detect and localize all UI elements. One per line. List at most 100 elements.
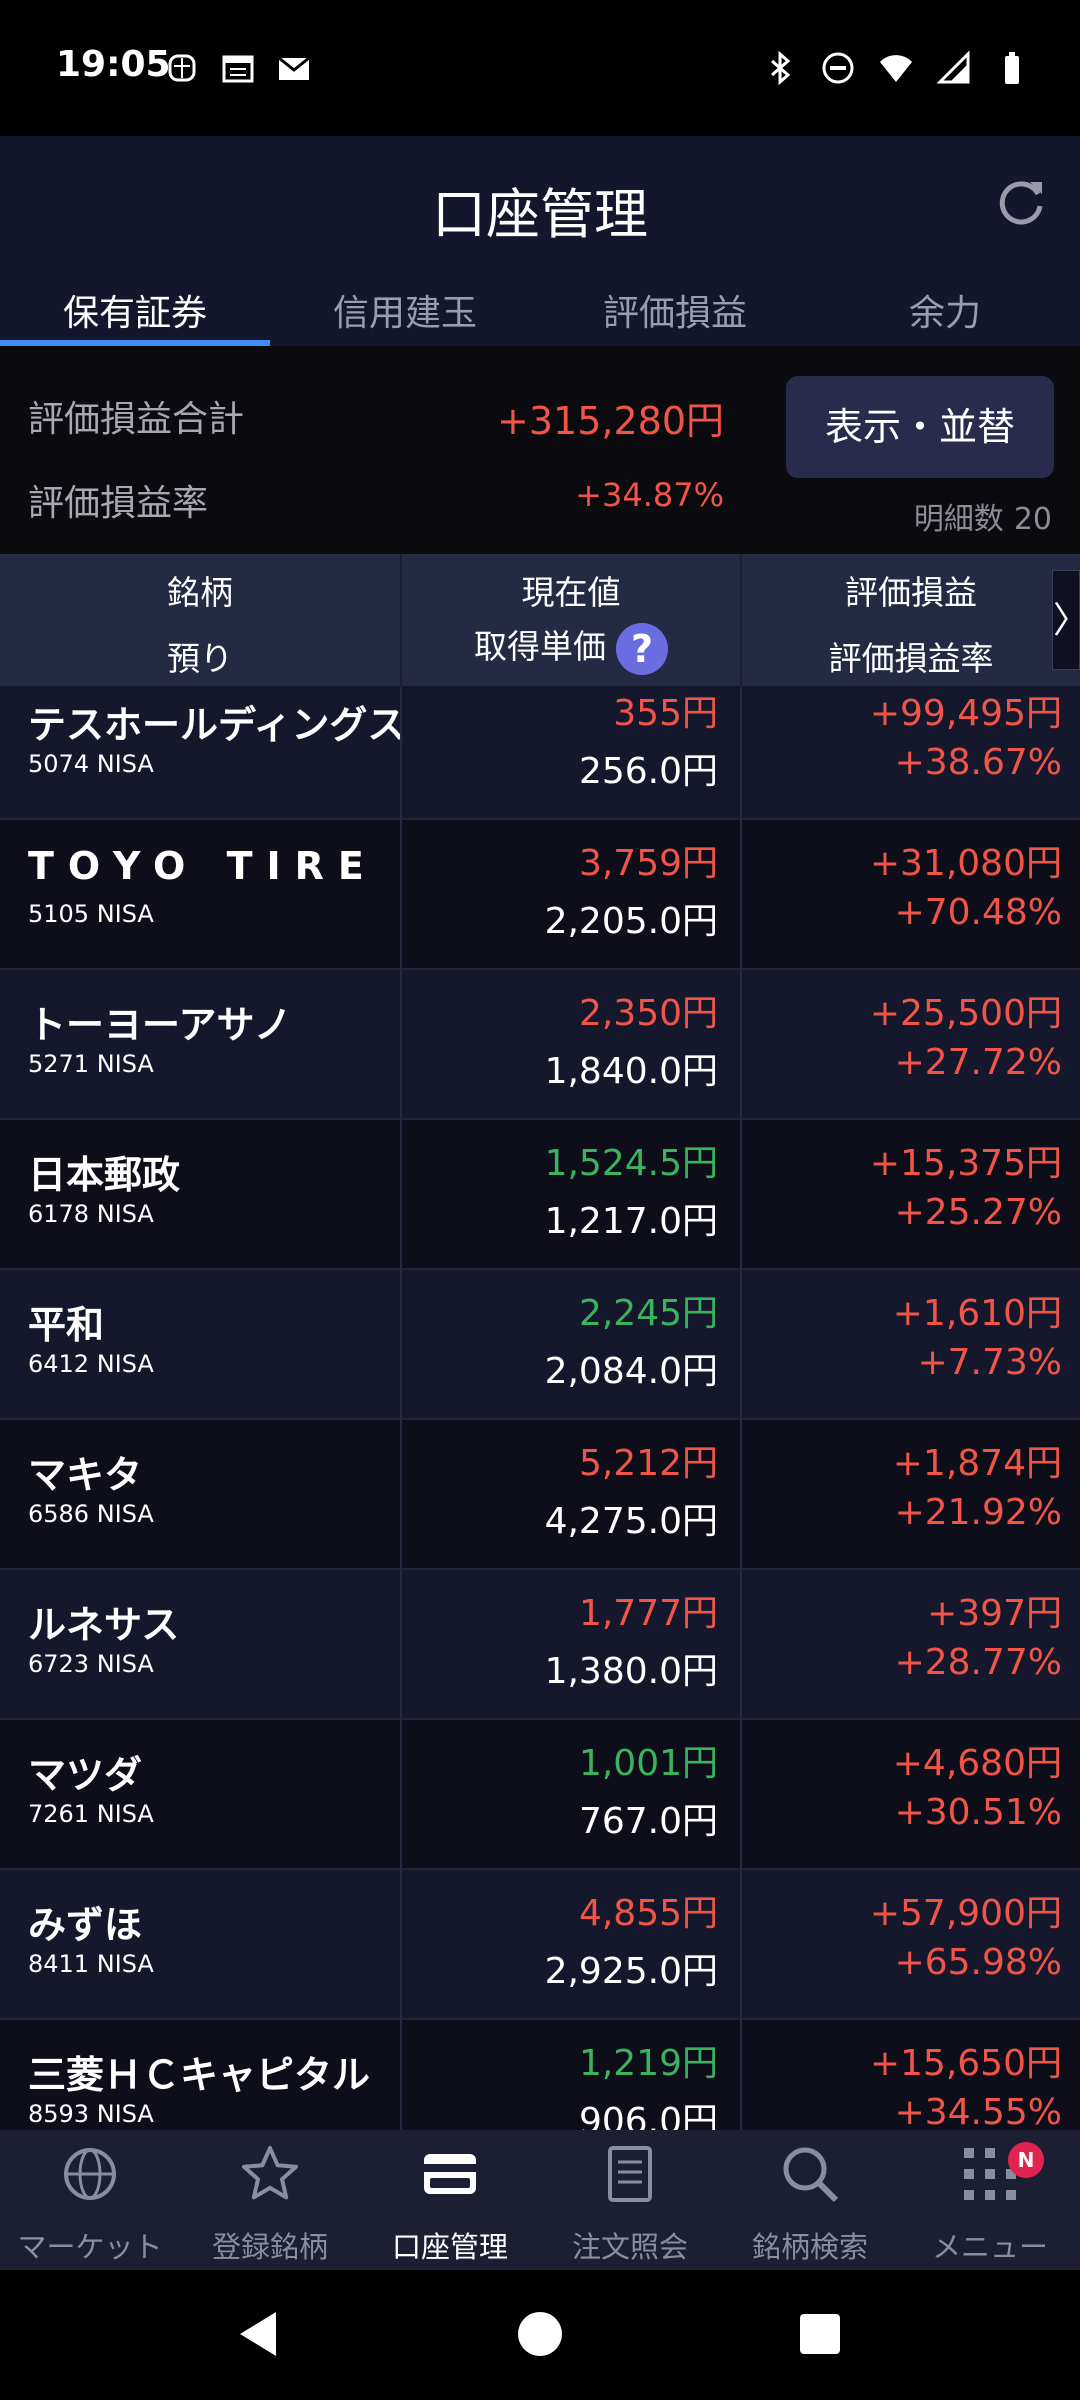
stock-name: TOYO TIRE [28,844,378,888]
stock-code: 5105 NISA [28,900,154,928]
col-name: 銘柄 [167,573,233,612]
profit-loss: +1,874円 [892,1443,1062,1484]
stock-name: マツダ [28,1753,143,1797]
holding-row[interactable]: マツダ 7261 NISA 1,001円 767.0円 +4,680円 +30.51% [0,1720,1080,1870]
acquisition-price: 256.0円 [578,751,718,792]
current-price: 1,524.5円 [544,1143,718,1184]
acquisition-price: 767.0円 [578,1801,718,1842]
nav-market[interactable]: マーケット [0,2130,180,2270]
holding-row[interactable]: 三菱ＨＣキャピタル 8593 NISA 1,219円 906.0円 +15,650円 +3… [0,2020,1080,2130]
profit-loss-rate: +28.77% [894,1642,1062,1683]
holding-row[interactable]: ルネサス 6723 NISA 1,777円 1,380.0円 +397円 +28.77% [0,1570,1080,1720]
display-sort-button[interactable]: 表示・並替 [786,376,1054,478]
menu-notification-badge: N [1008,2142,1044,2178]
holding-row[interactable]: みずほ 8411 NISA 4,855円 2,925.0円 +57,900円 +65.98… [0,1870,1080,2020]
wifi-icon [880,55,912,82]
nav-orders-label: 注文照会 [571,2230,688,2264]
globe-icon [64,2148,116,2200]
col-pl: 評価損益 [845,573,977,612]
nav-search[interactable]: 銘柄検索 [720,2130,900,2270]
column-divider [740,1570,742,1720]
help-icon[interactable]: ? [616,622,668,675]
holding-row[interactable]: 日本郵政 6178 NISA 1,524.5円 1,217.0円 +15,375円 +25… [0,1120,1080,1270]
pl-total-label: 評価損益合計 [28,399,245,440]
stock-name: 平和 [28,1303,105,1347]
nav-account[interactable]: 口座管理 [360,2130,540,2270]
profit-loss: +31,080円 [869,843,1062,884]
current-price: 5,212円 [578,1443,718,1484]
profit-loss: +99,495円 [869,693,1062,734]
notification-icons [164,50,312,86]
profit-loss-rate: +34.55% [894,2092,1062,2130]
tab-bar: 保有証券 信用建玉 評価損益 余力 [0,276,1080,346]
stock-code: 7261 NISA [28,1800,154,1828]
col-custody: 預り [167,639,233,678]
tab-holdings[interactable]: 保有証券 [0,276,270,346]
stock-name: 三菱ＨＣキャピタル [28,2053,371,2097]
system-status-icons [762,50,1030,86]
column-divider [740,970,742,1120]
col-pl-rate: 評価損益率 [828,639,994,678]
pl-rate-label: 評価損益率 [28,483,209,524]
home-icon[interactable] [518,2312,562,2356]
detail-count: 明細数 20 [904,494,1052,538]
refresh-icon[interactable] [992,172,1052,232]
holdings-list: テスホールディングス 5074 NISA 355円 256.0円 +99,495円 +38… [0,686,1080,2130]
column-divider [400,1870,402,2020]
nav-menu-label: メニュー [931,2230,1048,2264]
holding-row[interactable]: トーヨーアサノ 5271 NISA 2,350円 1,840.0円 +25,500円 +2… [0,970,1080,1120]
column-divider [400,1270,402,1420]
holding-row[interactable]: マキタ 6586 NISA 5,212円 4,275.0円 +1,874円 +21.92% [0,1420,1080,1570]
holding-row[interactable]: 平和 6412 NISA 2,245円 2,084.0円 +1,610円 +7.73% [0,1270,1080,1420]
mail-icon [278,56,310,80]
profit-loss: +15,375円 [869,1143,1062,1184]
acquisition-price: 906.0円 [578,2101,718,2130]
system-nav-bar [0,2270,1080,2400]
profit-loss-rate: +70.48% [894,892,1062,933]
column-divider [400,686,402,820]
profit-loss: +4,680円 [892,1743,1062,1784]
nav-market-label: マーケット [17,2230,163,2264]
profit-loss: +15,650円 [869,2043,1062,2084]
back-icon[interactable] [236,2310,280,2358]
column-divider [400,820,402,970]
col-price: 現在値 [521,573,621,612]
column-divider [400,2020,402,2130]
tab-buying-power[interactable]: 余力 [810,276,1080,346]
col-cost-label: 取得単価 [474,627,606,666]
status-bar: 19:05 [0,0,1080,136]
nav-watchlist-label: 登録銘柄 [211,2230,328,2264]
nav-orders[interactable]: 注文照会 [540,2130,720,2270]
status-time: 19:05 [56,44,171,85]
acquisition-price: 1,840.0円 [544,1051,718,1092]
column-header: 銘柄 預り 現在値 取得単価? 評価損益 評価損益率 〉 [0,554,1080,686]
profit-loss-rate: +25.27% [894,1192,1062,1233]
holding-row[interactable]: テスホールディングス 5074 NISA 355円 256.0円 +99,495円 +38… [0,686,1080,820]
current-price: 3,759円 [578,843,718,884]
tab-margin-positions[interactable]: 信用建玉 [270,276,540,346]
current-price: 4,855円 [578,1893,718,1934]
column-divider [400,1120,402,1270]
bluetooth-icon [771,50,791,86]
stock-code: 5271 NISA [28,1050,154,1078]
star-icon [242,2146,298,2200]
nav-watchlist[interactable]: 登録銘柄 [180,2130,360,2270]
tab-valuation[interactable]: 評価損益 [540,276,810,346]
stock-name: ルネサス [28,1603,180,1647]
holding-row[interactable]: TOYO TIRE 5105 NISA 3,759円 2,205.0円 +31,080円… [0,820,1080,970]
page-title: 口座管理 [432,183,648,246]
stock-name: みずほ [28,1903,143,1947]
brain-icon [168,54,196,82]
current-price: 1,219円 [578,2043,718,2084]
acquisition-price: 2,084.0円 [544,1351,718,1392]
profit-loss: +397円 [927,1593,1062,1634]
column-divider [740,1270,742,1420]
nav-menu[interactable]: メニュー [900,2130,1080,2270]
document-icon [608,2146,652,2202]
column-divider [740,1420,742,1570]
recent-apps-icon[interactable] [800,2314,840,2354]
scroll-columns-right-icon[interactable]: 〉 [1052,570,1080,670]
profit-loss-rate: +27.72% [894,1042,1062,1083]
acquisition-price: 4,275.0円 [544,1501,718,1542]
current-price: 2,350円 [578,993,718,1034]
